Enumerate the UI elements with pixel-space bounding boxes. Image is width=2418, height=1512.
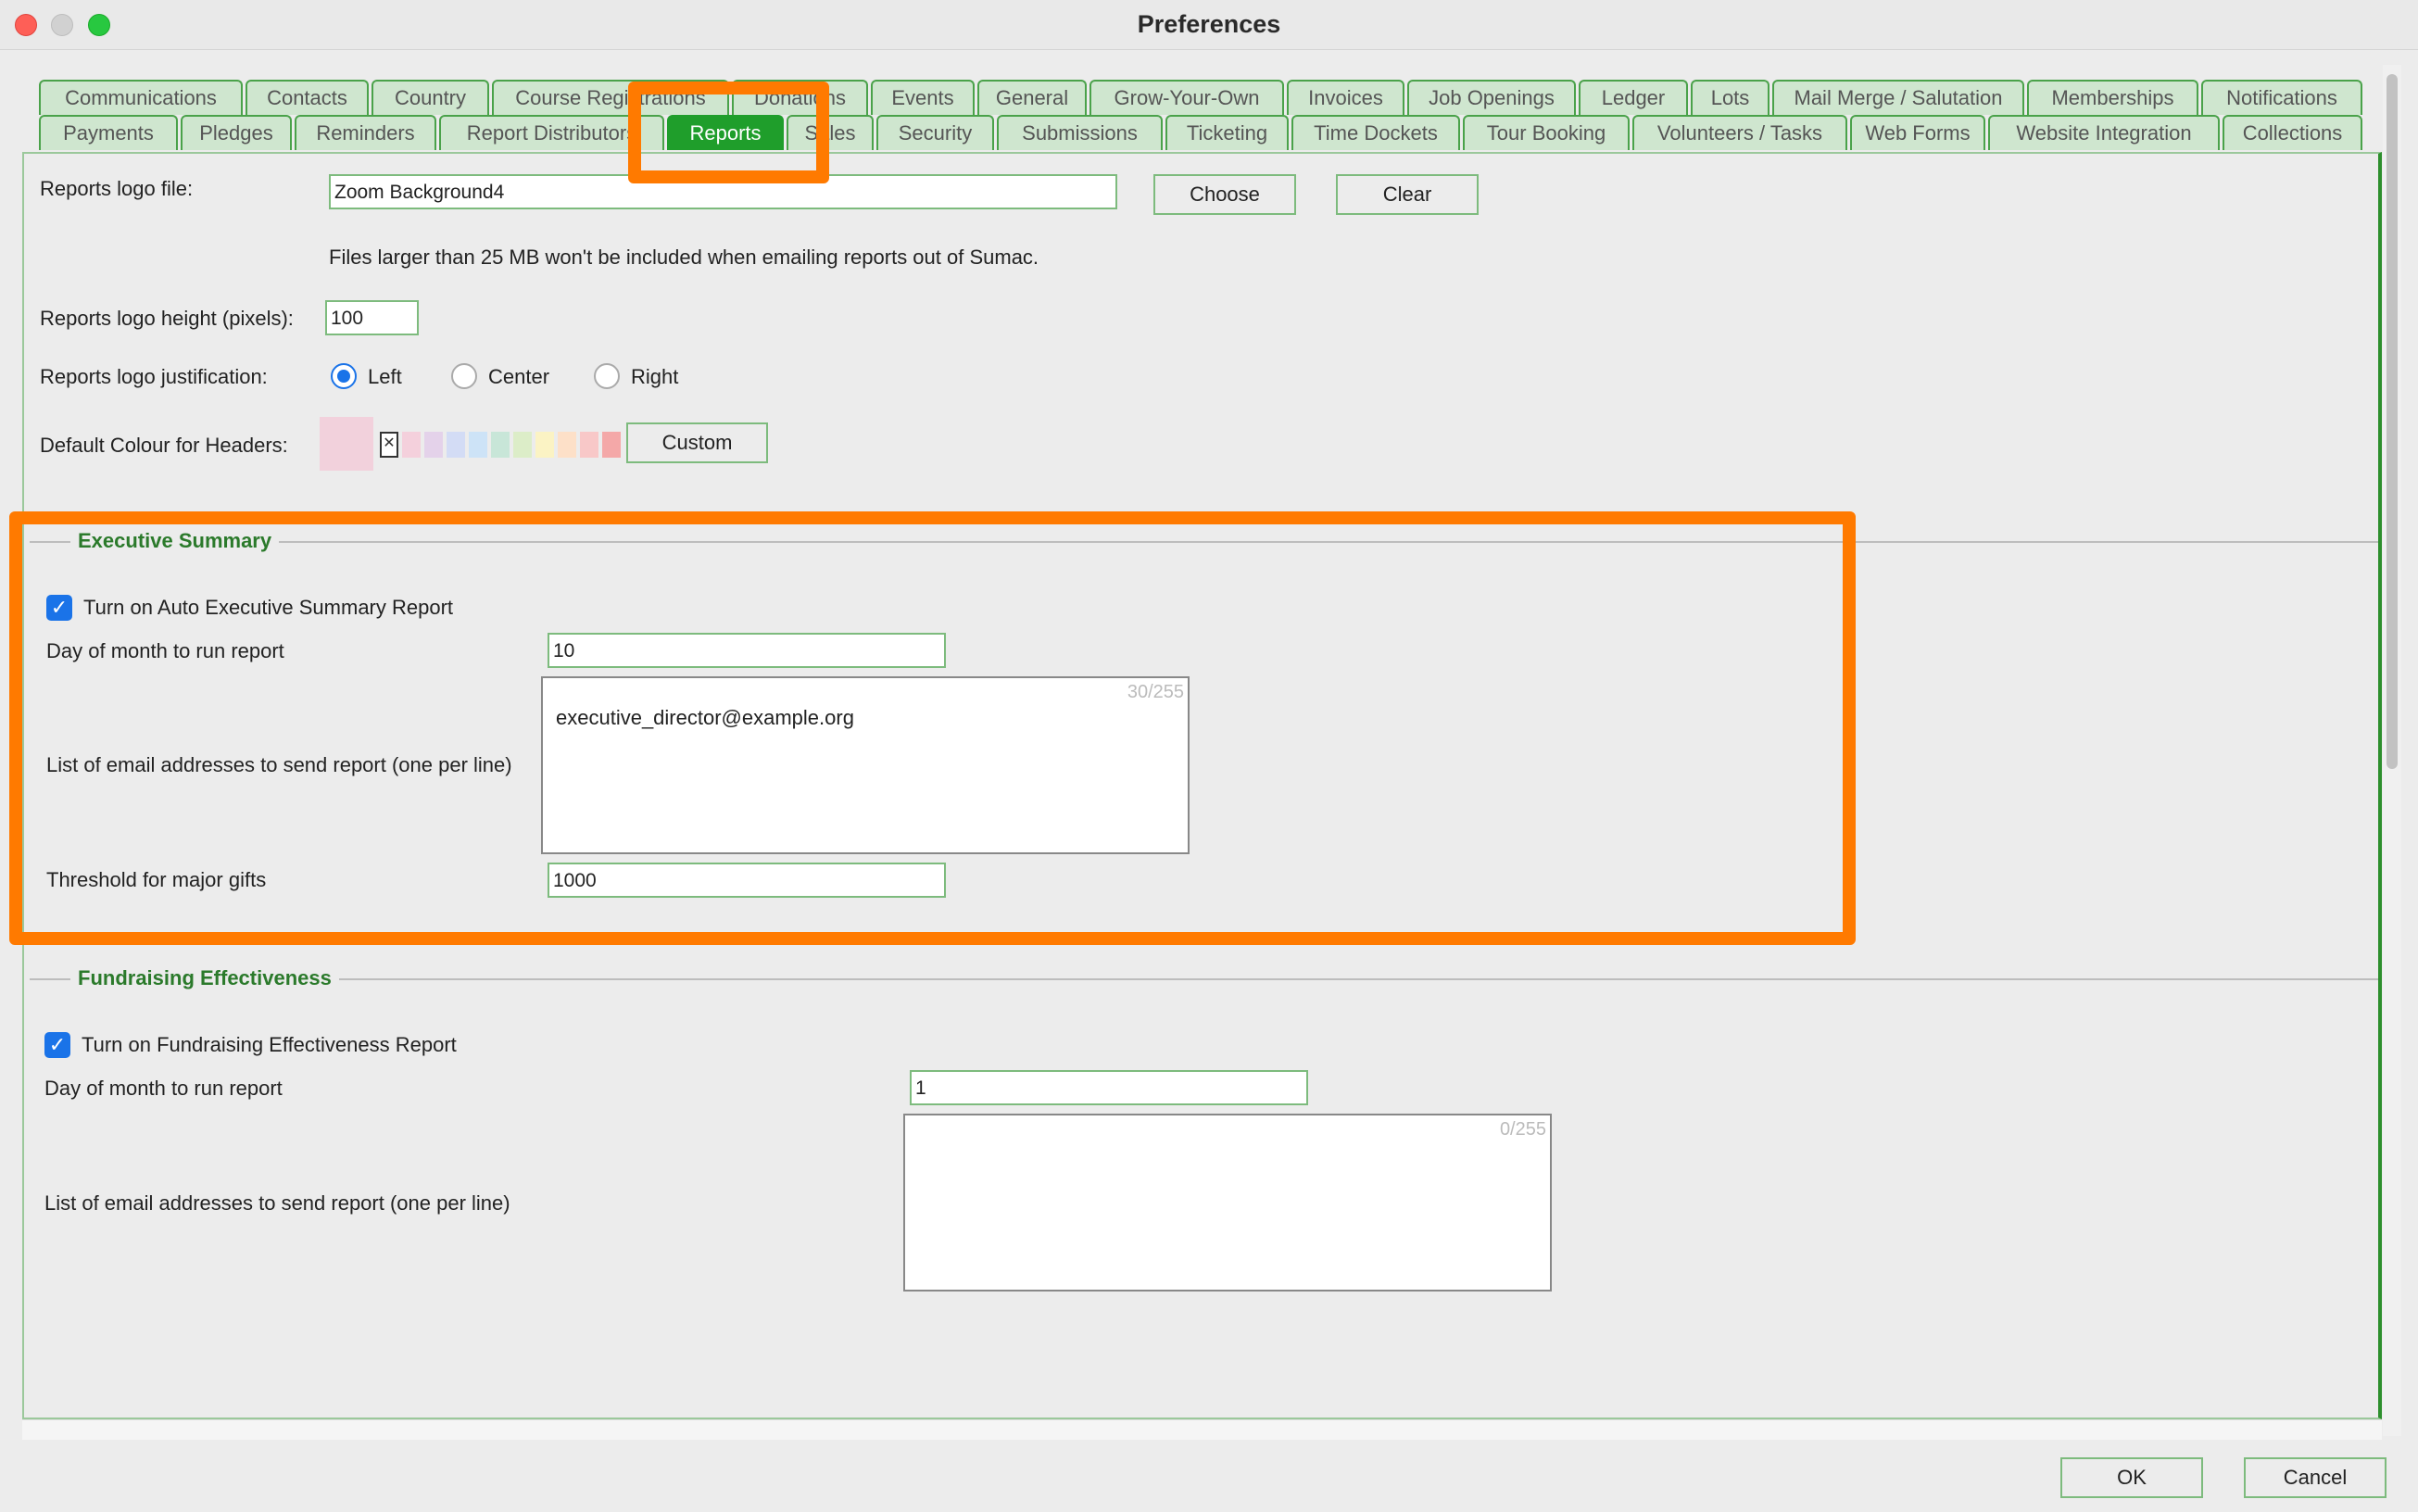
fundraising-checkbox[interactable]: ✓ [44,1032,70,1058]
fundraising-day-input[interactable]: 1 [910,1070,1308,1105]
colour-swatch[interactable] [469,432,487,458]
tab-web-forms[interactable]: Web Forms [1850,115,1985,150]
threshold-label: Threshold for major gifts [46,868,267,891]
logo-height-input[interactable]: 100 [325,300,419,335]
tab-report-distributors[interactable]: Report Distributors [439,115,664,150]
tab-submissions[interactable]: Submissions [997,115,1163,150]
colour-swatch[interactable] [513,432,532,458]
colour-swatch[interactable] [535,432,554,458]
tab-events[interactable]: Events [871,80,975,115]
tab-grow-your-own[interactable]: Grow-Your-Own [1089,80,1284,115]
tab-donations[interactable]: Donations [732,80,868,115]
file-size-note: Files larger than 25 MB won't be include… [329,246,1039,269]
fundraising-emails-textarea[interactable]: 0/255 [903,1114,1552,1292]
tab-pledges[interactable]: Pledges [181,115,292,150]
colour-swatch[interactable] [558,432,576,458]
exec-summary-divider [30,541,2378,543]
tab-country[interactable]: Country [372,80,489,115]
colour-swatch[interactable] [580,432,598,458]
fundraising-emails-counter: 0/255 [1499,1119,1546,1140]
tab-volunteers-tasks[interactable]: Volunteers / Tasks [1632,115,1847,150]
tab-reports[interactable]: Reports [667,115,784,150]
exec-emails-textarea[interactable]: 30/255 executive_director@example.org [541,676,1190,854]
tab-communications[interactable]: Communications [39,80,243,115]
justification-label: Reports logo justification: [40,365,268,388]
threshold-input[interactable]: 1000 [548,863,946,898]
colour-swatch[interactable] [447,432,465,458]
tab-memberships[interactable]: Memberships [2027,80,2198,115]
justify-left-label: Left [368,365,402,388]
tab-website-integration[interactable]: Website Integration [1988,115,2220,150]
tab-time-dockets[interactable]: Time Dockets [1291,115,1460,150]
tab-notifications[interactable]: Notifications [2201,80,2362,115]
justify-center-radio[interactable] [451,363,477,389]
colour-swatch[interactable] [602,432,621,458]
vertical-scrollbar[interactable] [2383,65,2401,1436]
tab-row-1: Communications Contacts Country Course R… [0,80,2418,115]
exec-summary-title: Executive Summary [70,529,280,553]
tab-reminders[interactable]: Reminders [295,115,436,150]
tab-row-2: Payments Pledges Reminders Report Distri… [0,115,2418,150]
clear-button[interactable]: Clear [1336,174,1479,215]
colour-swatch[interactable] [424,432,443,458]
tab-invoices[interactable]: Invoices [1287,80,1404,115]
tab-general[interactable]: General [977,80,1087,115]
logo-file-label: Reports logo file: [40,177,194,200]
justify-right-label: Right [631,365,679,388]
tab-lots[interactable]: Lots [1691,80,1769,115]
custom-colour-button[interactable]: Custom [626,422,768,463]
colour-swatch[interactable] [402,432,421,458]
fundraising-divider [30,978,2378,980]
fundraising-title: Fundraising Effectiveness [70,966,339,990]
exec-day-input[interactable]: 10 [548,633,946,668]
horizontal-scrollbar[interactable] [22,1419,2382,1440]
tab-payments[interactable]: Payments [39,115,178,150]
tab-course-registrations[interactable]: Course Registrations [492,80,729,115]
cancel-button[interactable]: Cancel [2244,1457,2387,1498]
window-title: Preferences [1137,10,1281,38]
logo-file-input[interactable]: Zoom Background4 [329,174,1117,209]
choose-button[interactable]: Choose [1153,174,1296,215]
no-colour-swatch[interactable]: ✕ [380,432,398,458]
exec-emails-label: List of email addresses to send report (… [46,753,512,776]
colour-swatch[interactable] [491,432,510,458]
tab-tour-booking[interactable]: Tour Booking [1463,115,1630,150]
exec-emails-counter: 30/255 [1127,682,1184,702]
tab-ticketing[interactable]: Ticketing [1165,115,1289,150]
logo-height-label: Reports logo height (pixels): [40,307,294,330]
reports-panel: Reports logo file: Zoom Background4 Choo… [22,152,2382,1419]
tab-collections[interactable]: Collections [2223,115,2362,150]
tab-sales[interactable]: Sales [787,115,874,150]
selected-colour-preview [320,417,373,471]
exec-summary-enable-label: Turn on Auto Executive Summary Report [83,596,454,619]
exec-emails-value: executive_director@example.org [556,706,854,729]
tab-security[interactable]: Security [876,115,994,150]
justify-right-radio[interactable] [594,363,620,389]
header-colour-label: Default Colour for Headers: [40,434,288,457]
justify-center-label: Center [488,365,550,388]
exec-day-label: Day of month to run report [46,639,284,662]
tab-contacts[interactable]: Contacts [246,80,369,115]
exec-summary-checkbox[interactable]: ✓ [46,595,72,621]
title-bar: Preferences [0,0,2418,50]
scroll-thumb[interactable] [2387,74,2398,769]
ok-button[interactable]: OK [2060,1457,2203,1498]
tab-mail-merge-salutation[interactable]: Mail Merge / Salutation [1772,80,2024,115]
justify-left-radio[interactable] [331,363,357,389]
fundraising-day-label: Day of month to run report [44,1077,283,1100]
tab-job-openings[interactable]: Job Openings [1407,80,1576,115]
tab-ledger[interactable]: Ledger [1579,80,1688,115]
fundraising-enable-label: Turn on Fundraising Effectiveness Report [82,1033,457,1056]
fundraising-emails-label: List of email addresses to send report (… [44,1191,510,1215]
